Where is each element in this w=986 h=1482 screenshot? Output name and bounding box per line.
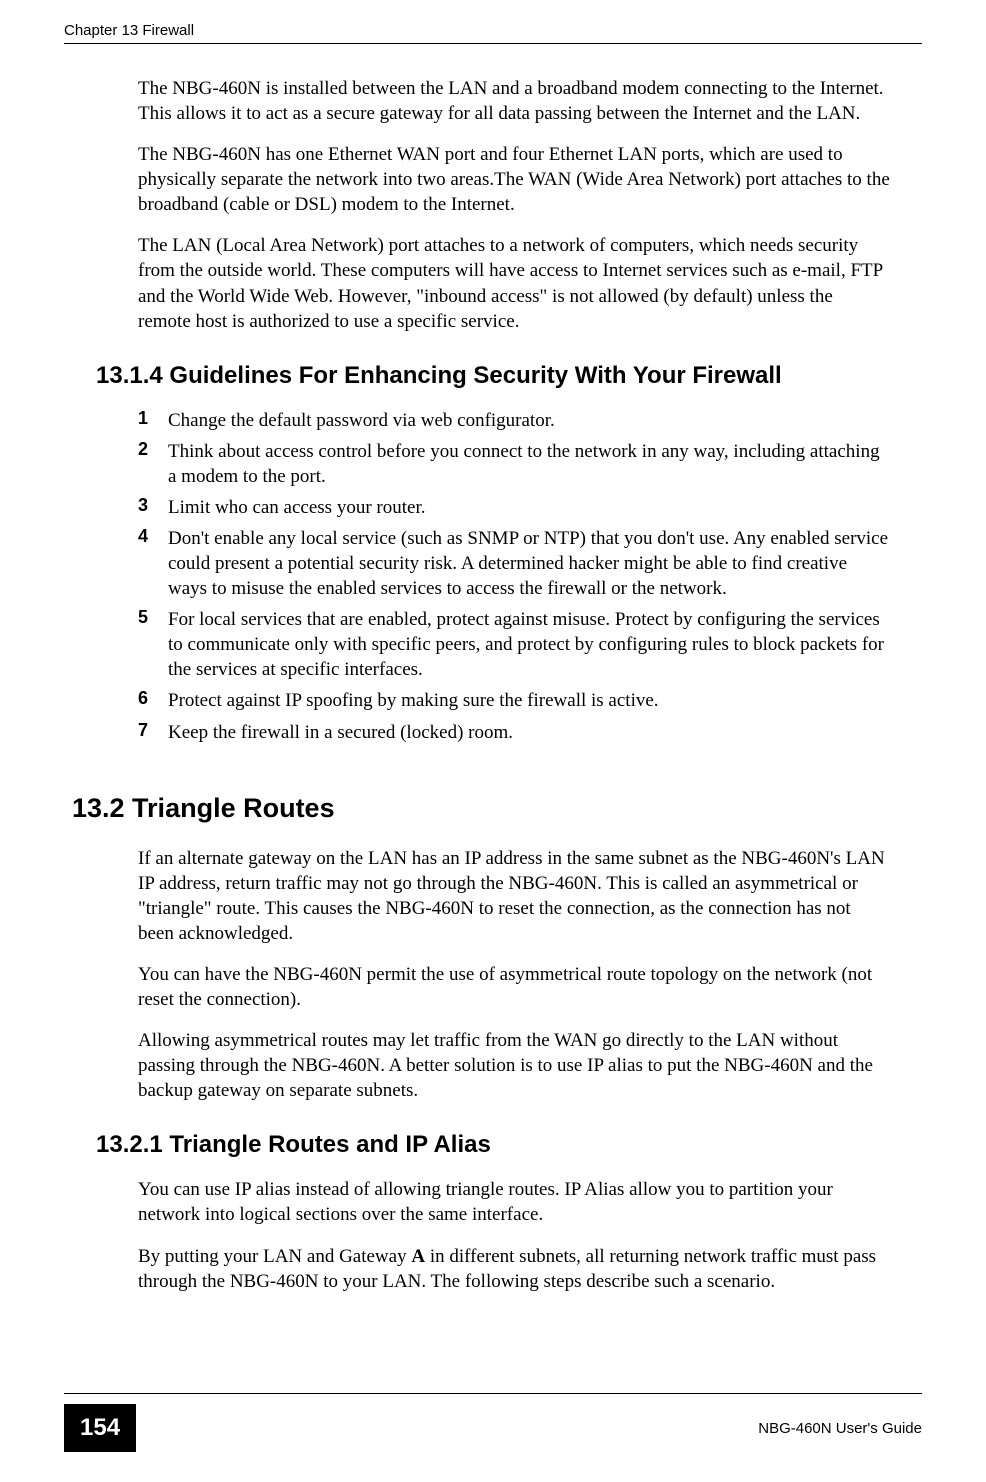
list-text: Think about access control before you co…: [168, 439, 890, 489]
guideline-item-7: 7 Keep the firewall in a secured (locked…: [96, 720, 890, 745]
paragraph-3: The LAN (Local Area Network) port attach…: [96, 233, 890, 333]
paragraph-6: Allowing asymmetrical routes may let tra…: [96, 1028, 890, 1103]
list-number: 2: [138, 439, 168, 489]
paragraph-4: If an alternate gateway on the LAN has a…: [96, 846, 890, 946]
chapter-header: Chapter 13 Firewall: [64, 22, 194, 39]
list-text: Protect against IP spoofing by making su…: [168, 688, 659, 713]
guideline-item-3: 3 Limit who can access your router.: [96, 495, 890, 520]
paragraph-1: The NBG-460N is installed between the LA…: [96, 76, 890, 126]
footer-divider: [64, 1393, 922, 1394]
paragraph-5: You can have the NBG-460N permit the use…: [96, 962, 890, 1012]
section-13-2-heading: 13.2 Triangle Routes: [72, 793, 890, 824]
list-text: Limit who can access your router.: [168, 495, 425, 520]
list-text: Change the default password via web conf…: [168, 408, 555, 433]
list-number: 4: [138, 526, 168, 601]
paragraph-2: The NBG-460N has one Ethernet WAN port a…: [96, 142, 890, 217]
section-13-2-1-heading: 13.2.1 Triangle Routes and IP Alias: [96, 1131, 890, 1159]
paragraph-7: You can use IP alias instead of allowing…: [96, 1177, 890, 1227]
paragraph-8: By putting your LAN and Gateway A in dif…: [96, 1244, 890, 1294]
guideline-item-2: 2 Think about access control before you …: [96, 439, 890, 489]
guideline-item-6: 6 Protect against IP spoofing by making …: [96, 688, 890, 713]
guideline-item-5: 5 For local services that are enabled, p…: [96, 607, 890, 682]
paragraph-8-pre: By putting your LAN and Gateway: [138, 1246, 411, 1267]
list-number: 1: [138, 408, 168, 433]
paragraph-8-bold: A: [411, 1246, 425, 1267]
list-text: Keep the firewall in a secured (locked) …: [168, 720, 513, 745]
page-footer: 154 NBG-460N User's Guide: [0, 1393, 986, 1452]
list-number: 3: [138, 495, 168, 520]
section-13-1-4-heading: 13.1.4 Guidelines For Enhancing Security…: [96, 362, 890, 390]
guideline-item-1: 1 Change the default password via web co…: [96, 408, 890, 433]
page-number: 154: [64, 1404, 136, 1452]
list-text: For local services that are enabled, pro…: [168, 607, 890, 682]
list-number: 5: [138, 607, 168, 682]
guideline-item-4: 4 Don't enable any local service (such a…: [96, 526, 890, 601]
list-text: Don't enable any local service (such as …: [168, 526, 890, 601]
page-content: The NBG-460N is installed between the LA…: [0, 44, 986, 1294]
list-number: 6: [138, 688, 168, 713]
guide-name: NBG-460N User's Guide: [758, 1420, 922, 1437]
list-number: 7: [138, 720, 168, 745]
